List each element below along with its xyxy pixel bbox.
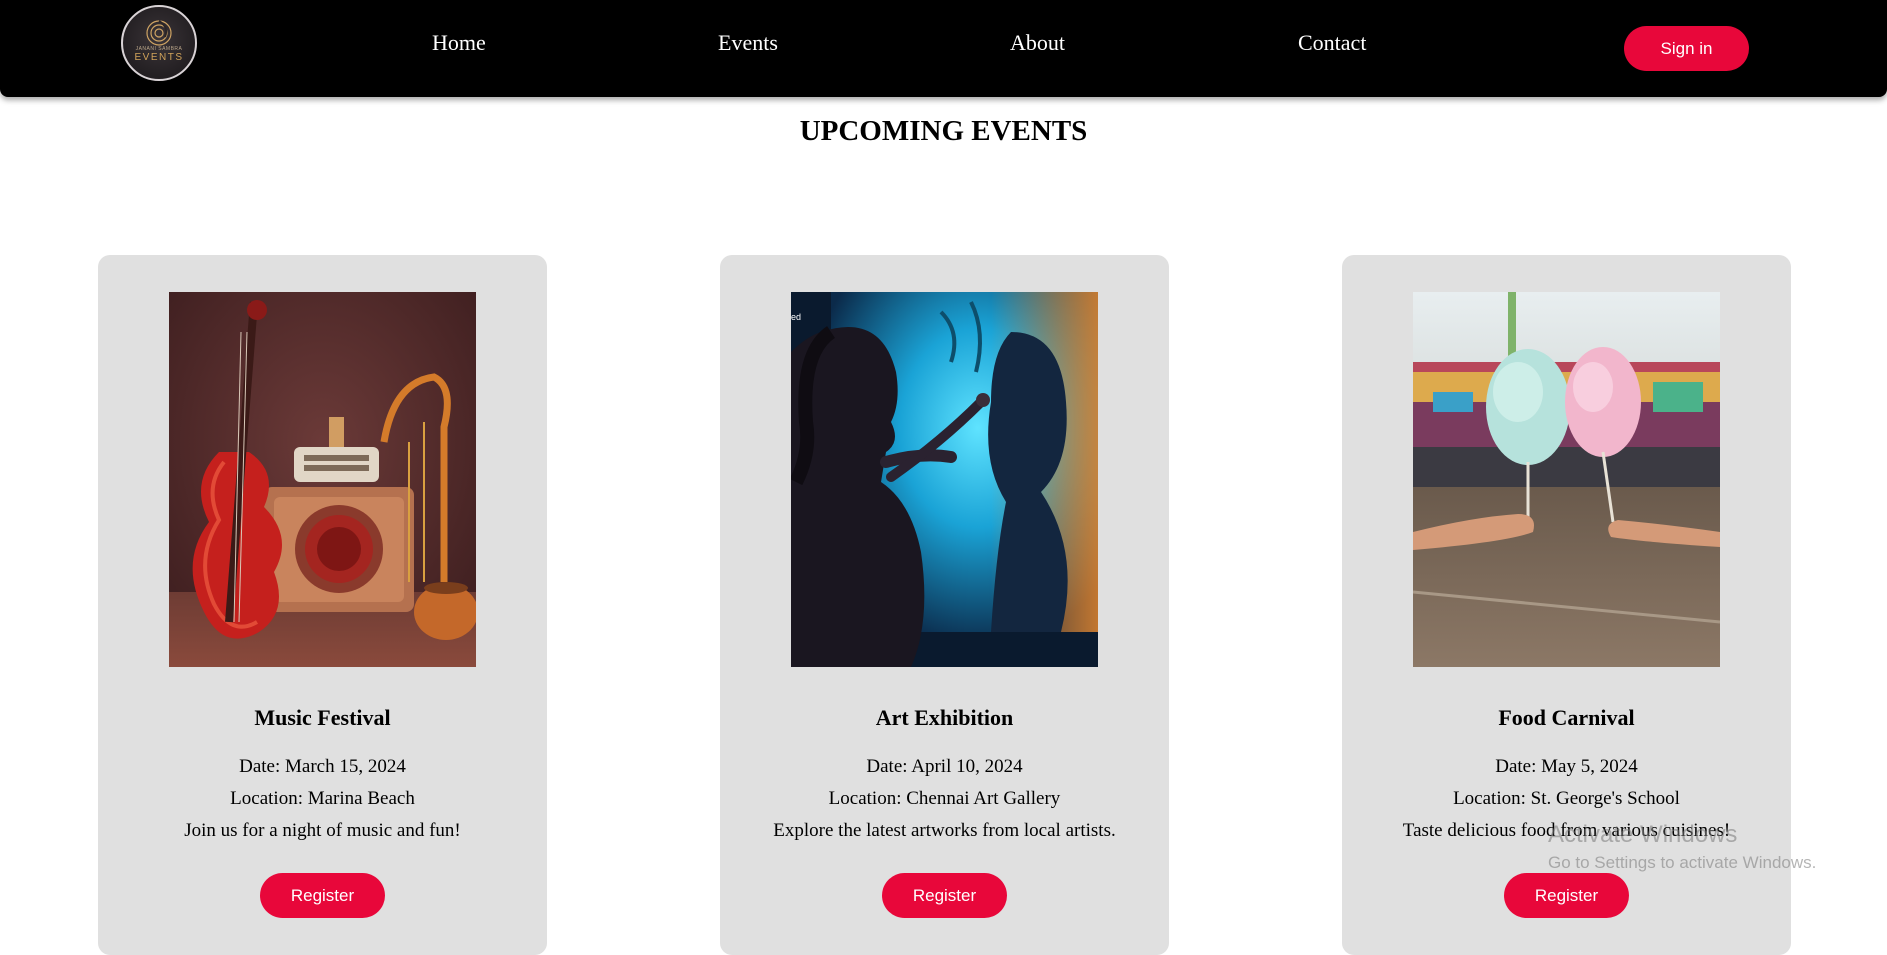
event-location: Location: St. George's School — [1453, 788, 1680, 809]
events-logo[interactable]: JANANI SAMBRA EVENTS — [121, 5, 197, 81]
event-title: Food Carnival — [1498, 705, 1635, 730]
page-title: UPCOMING EVENTS — [799, 115, 1088, 147]
activate-windows-watermark: Activate Windows Go to Settings to activ… — [1548, 821, 1817, 873]
sign-in-button[interactable]: Sign in — [1624, 26, 1749, 71]
event-description: Join us for a night of music and fun! — [184, 820, 461, 841]
watermark-title: Activate Windows — [1548, 821, 1738, 848]
event-location: Location: Chennai Art Gallery — [828, 788, 1061, 809]
register-button[interactable]: Register — [1504, 873, 1629, 918]
nav-about-link[interactable]: About — [1010, 32, 1065, 54]
event-card-music-festival: Music Festival Date: March 15, 2024 Loca… — [98, 255, 547, 955]
event-location: Location: Marina Beach — [230, 788, 415, 809]
register-button[interactable]: Register — [882, 873, 1007, 918]
event-title: Music Festival — [254, 705, 391, 730]
watermark-subtitle: Go to Settings to activate Windows. — [1548, 853, 1817, 873]
event-date: Date: April 10, 2024 — [866, 756, 1023, 777]
logo-swirl-icon — [146, 20, 172, 46]
svg-text:ed: ed — [791, 312, 801, 322]
top-navbar: JANANI SAMBRA EVENTS Home Events About C… — [0, 0, 1887, 97]
event-title: Art Exhibition — [875, 705, 1014, 730]
art-exhibition-image: ed — [791, 292, 1098, 667]
event-date: Date: May 5, 2024 — [1495, 756, 1638, 777]
nav-home-link[interactable]: Home — [432, 32, 486, 54]
music-festival-image — [169, 292, 476, 667]
register-button[interactable]: Register — [260, 873, 385, 918]
event-card-art-exhibition: ed Art Exhibition Date: April 10, 2024 L… — [720, 255, 1169, 955]
nav-contact-link[interactable]: Contact — [1298, 32, 1366, 54]
event-date: Date: March 15, 2024 — [239, 756, 406, 777]
food-carnival-image — [1413, 292, 1720, 667]
event-description: Explore the latest artworks from local a… — [773, 820, 1116, 841]
logo-text: EVENTS — [134, 52, 184, 63]
nav-events-link[interactable]: Events — [718, 32, 778, 54]
